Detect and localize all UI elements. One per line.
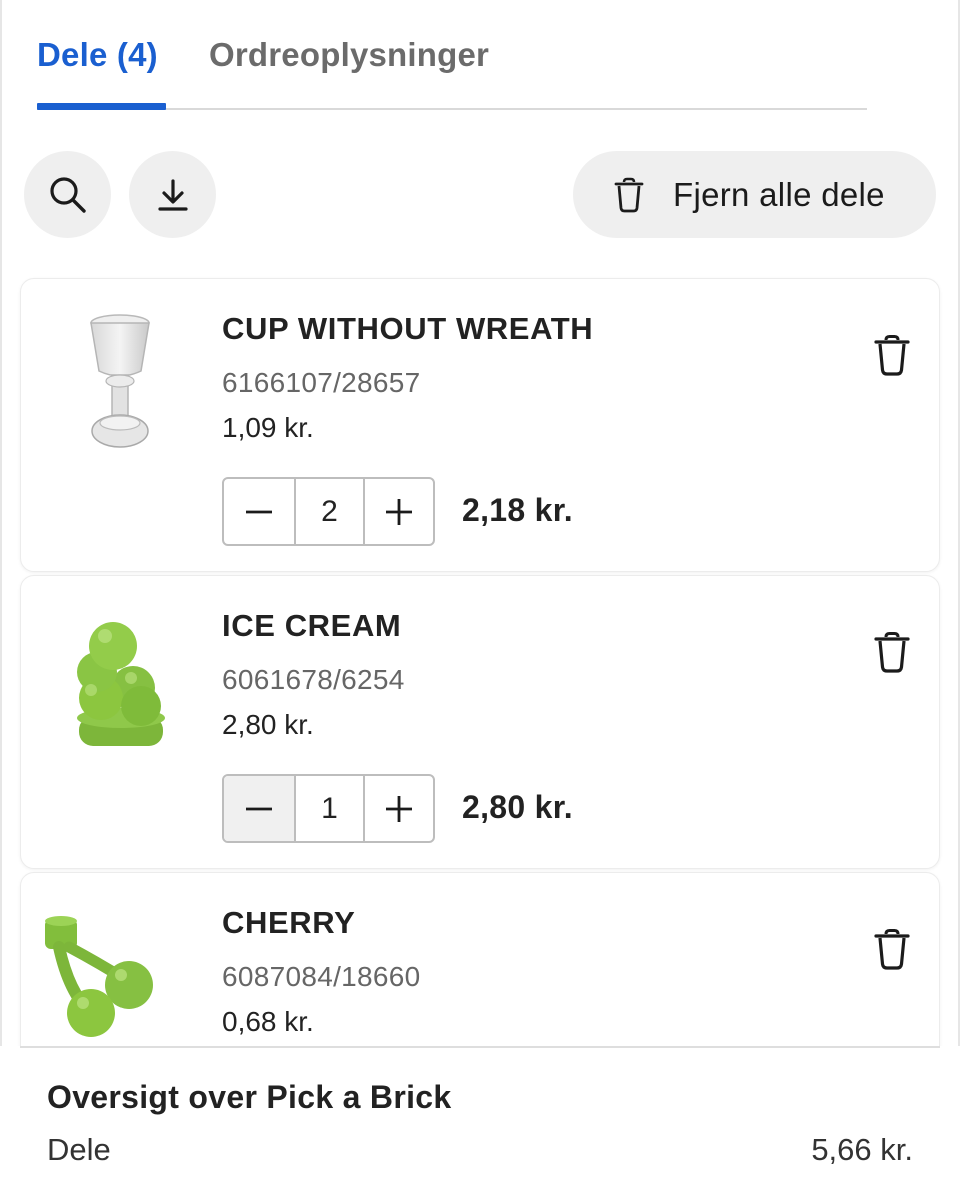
summary-parts-label: Dele <box>47 1132 111 1167</box>
plus-icon <box>386 498 413 525</box>
item-unit-price: 0,68 kr. <box>222 1006 314 1037</box>
green-cherry-image <box>45 916 153 1037</box>
quantity-stepper: 2 <box>222 477 435 546</box>
item-code: 6166107/28657 <box>222 367 421 398</box>
summary-divider <box>20 1046 940 1048</box>
minus-icon <box>245 807 272 810</box>
remove-item-trash-icon[interactable] <box>873 334 911 376</box>
remove-all-parts-button[interactable]: Fjern alle dele <box>573 151 936 238</box>
item-unit-price: 2,80 kr. <box>222 709 314 740</box>
tab-bar: Dele (4) Ordreoplysninger <box>37 30 867 110</box>
summary-parts-total: 5,66 kr. <box>811 1132 913 1167</box>
order-summary-panel: Oversigt over Pick a Brick Dele 5,66 kr. <box>0 1046 960 1183</box>
plus-icon <box>386 795 413 822</box>
tab-parts[interactable]: Dele (4) <box>37 36 158 74</box>
increase-quantity-button[interactable] <box>363 479 433 544</box>
quantity-stepper: 1 <box>222 774 435 843</box>
cart-item-card: CHERRY 6087084/18660 0,68 kr. <box>20 872 940 1072</box>
minus-icon <box>245 510 272 513</box>
transparent-cup-image <box>90 314 150 448</box>
increase-quantity-button[interactable] <box>363 776 433 841</box>
cart-item-card: CUP WITHOUT WREATH 6166107/28657 1,09 kr… <box>20 278 940 572</box>
active-tab-indicator <box>37 103 166 110</box>
green-ice-cream-image <box>77 622 165 746</box>
download-button[interactable] <box>129 151 216 238</box>
quantity-value[interactable]: 2 <box>293 479 364 544</box>
search-icon <box>49 176 86 213</box>
cart-item-card: ICE CREAM 6061678/6254 2,80 kr. 1 2,80 k… <box>20 575 940 869</box>
remove-item-trash-icon[interactable] <box>873 928 911 970</box>
item-name: CHERRY <box>222 905 356 940</box>
item-unit-price: 1,09 kr. <box>222 412 314 443</box>
decrease-quantity-button[interactable] <box>224 776 294 841</box>
item-line-total: 2,80 kr. <box>462 789 573 825</box>
quantity-value[interactable]: 1 <box>293 776 364 841</box>
item-code: 6061678/6254 <box>222 664 405 695</box>
item-name: CUP WITHOUT WREATH <box>222 311 594 346</box>
summary-title: Oversigt over Pick a Brick <box>47 1079 452 1115</box>
decrease-quantity-button[interactable] <box>224 479 294 544</box>
download-icon <box>157 178 188 211</box>
search-button[interactable] <box>24 151 111 238</box>
tab-order-info[interactable]: Ordreoplysninger <box>209 36 489 74</box>
remove-item-trash-icon[interactable] <box>873 631 911 673</box>
item-code: 6087084/18660 <box>222 961 421 992</box>
item-name: ICE CREAM <box>222 608 402 643</box>
item-line-total: 2,18 kr. <box>462 492 573 528</box>
remove-all-label: Fjern alle dele <box>673 175 885 213</box>
trash-icon <box>614 177 644 212</box>
